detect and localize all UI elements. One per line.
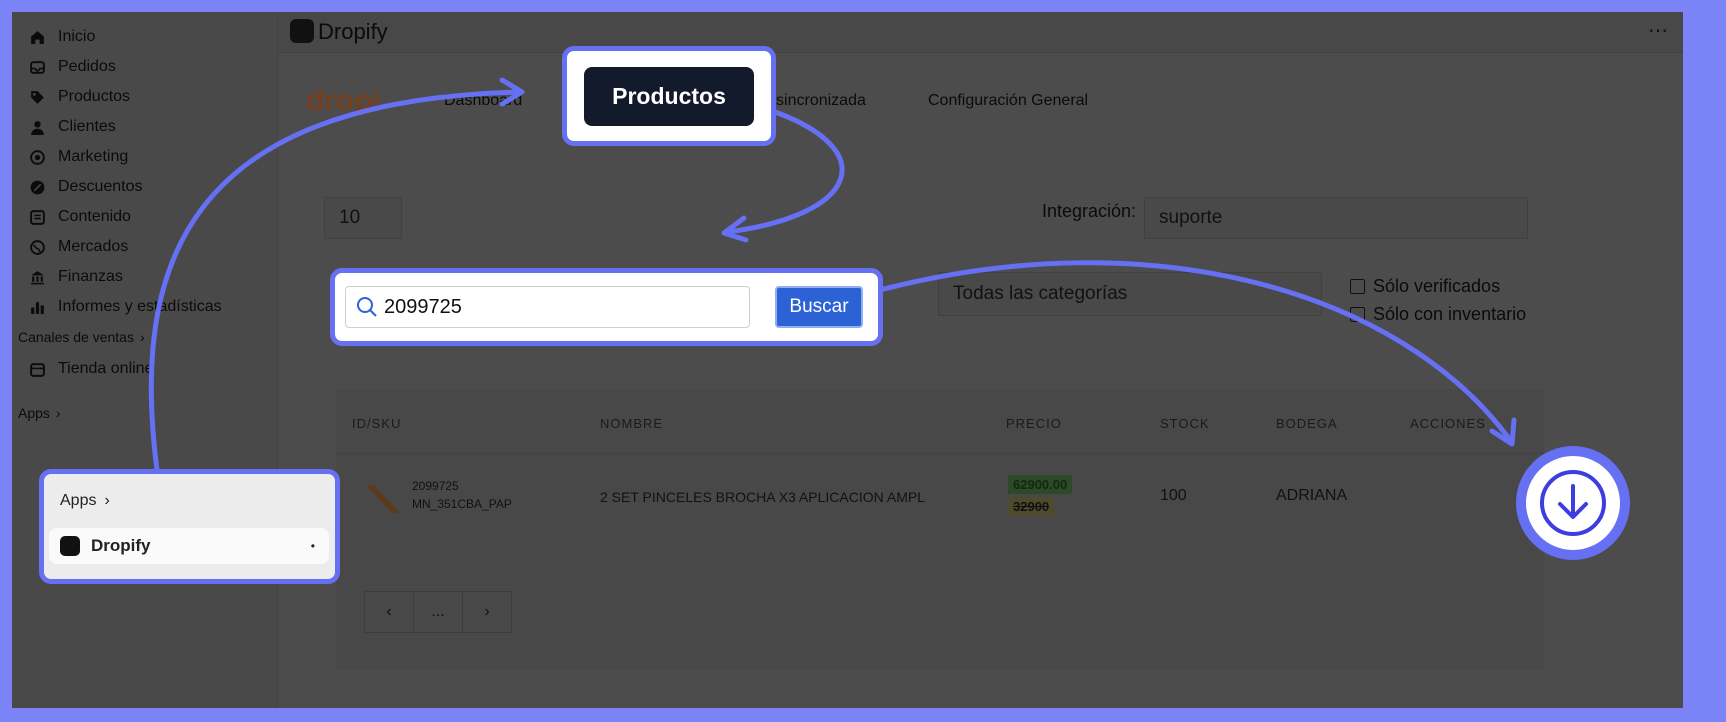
pagination-prev-button[interactable]: ‹ [365, 592, 414, 632]
sidebar-item-inicio[interactable]: Inicio [20, 22, 95, 52]
sidebar-item-dropify[interactable]: Dropify • [49, 528, 329, 564]
sidebar-item-contenido[interactable]: Contenido [20, 202, 131, 232]
sales-channels-header[interactable]: Canales de ventas › [18, 329, 145, 345]
sidebar-item-label: Inicio [58, 28, 96, 45]
app-title: Dropify [318, 19, 388, 44]
sidebar-item-label: Tienda online [58, 360, 154, 377]
apps-header[interactable]: Apps › [18, 405, 61, 421]
download-callout [1516, 446, 1630, 560]
sidebar-item-label: Mercados [58, 238, 129, 255]
only-verified-checkbox[interactable]: Sólo verificados [1350, 276, 1500, 297]
sidebar-item-finanzas[interactable]: Finanzas [20, 262, 123, 292]
sidebar-item-mercados[interactable]: Mercados [20, 232, 128, 262]
pagination-next-button[interactable]: › [463, 592, 511, 632]
app-window: Inicio Pedidos Productos Clientes Market… [12, 12, 1683, 708]
sidebar-item-clientes[interactable]: Clientes [20, 112, 116, 142]
globe-icon [28, 238, 46, 256]
chevron-right-icon: › [55, 405, 61, 421]
sidebar-item-label: Pedidos [58, 58, 116, 75]
dropify-logo-icon [290, 19, 314, 43]
sidebar-item-descuentos[interactable]: Descuentos [20, 172, 143, 202]
sidebar-item-tienda-online[interactable]: Tienda online [20, 354, 153, 384]
pagination-current[interactable]: ... [414, 592, 463, 632]
productos-tab-callout: Productos [562, 46, 776, 146]
pagination: ‹ ... › [364, 591, 512, 633]
column-header-acciones: ACCIONES [1410, 416, 1486, 431]
product-stock: 100 [1160, 487, 1187, 504]
chevron-right-icon: › [104, 492, 110, 509]
active-dot: • [310, 539, 315, 553]
sidebar-item-label: Finanzas [58, 268, 123, 285]
dropify-app-icon [60, 536, 80, 556]
dropi-logo: dropi [306, 84, 381, 117]
product-price: 62900.00 [1008, 475, 1073, 494]
integration-label: Integración: [1042, 201, 1137, 221]
target-icon [28, 148, 46, 166]
product-thumbnail [366, 483, 400, 515]
integration-select[interactable]: suporte [1144, 197, 1528, 239]
sidebar-item-marketing[interactable]: Marketing [20, 142, 128, 172]
app-topbar: Dropify ⋯ [278, 12, 1683, 53]
product-name: 2 SET PINCELES BROCHA X3 APLICACION AMPL [600, 489, 925, 505]
search-callout: 2099725 Buscar [330, 268, 883, 346]
checkbox-box[interactable] [1350, 307, 1365, 322]
tag-icon [28, 88, 46, 106]
product-old-price: 32900 [1008, 497, 1055, 516]
sidebar-item-label: Marketing [58, 148, 129, 165]
column-header-precio: PRECIO [1006, 416, 1062, 431]
search-icon [357, 297, 377, 317]
download-icon[interactable] [1538, 468, 1608, 538]
bar-chart-icon [28, 298, 46, 316]
product-warehouse: ADRIANA [1276, 487, 1348, 504]
sidebar-item-label: Productos [58, 88, 131, 105]
sidebar-item-pedidos[interactable]: Pedidos [20, 52, 116, 82]
home-icon [28, 28, 46, 46]
column-header-nombre: NOMBRE [600, 416, 664, 431]
divider [336, 453, 1544, 454]
sidebar-item-informes[interactable]: Informes y estadísticas [20, 292, 222, 322]
checkbox-box[interactable] [1350, 279, 1365, 294]
search-button[interactable]: Buscar [775, 286, 863, 328]
product-sku: MN_351CBA_PAP [412, 497, 512, 511]
inbox-icon [28, 58, 46, 76]
sidebar-item-label: Descuentos [58, 178, 143, 195]
bank-icon [28, 268, 46, 286]
tab-configuracion-general[interactable]: Configuración General [928, 92, 1088, 110]
apps-callout-header[interactable]: Apps › [60, 492, 110, 510]
store-icon [28, 360, 46, 378]
sidebar-item-label: Clientes [58, 118, 116, 135]
only-inventory-checkbox[interactable]: Sólo con inventario [1350, 304, 1526, 325]
tab-productos[interactable]: Productos [584, 67, 754, 126]
tab-dashboard[interactable]: Dashboard [444, 92, 522, 110]
sidebar-item-label: Informes y estadísticas [58, 298, 222, 315]
products-table: ID/SKU NOMBRE PRECIO STOCK BODEGA ACCION… [336, 389, 1544, 669]
gear-badge-icon [28, 178, 46, 196]
category-select[interactable]: Todas las categorías [938, 272, 1322, 316]
page-size-select[interactable]: 10 [324, 197, 402, 239]
chevron-right-icon: › [139, 329, 145, 345]
product-id: 2099725 [412, 479, 459, 493]
person-icon [28, 118, 46, 136]
more-options-icon[interactable]: ⋯ [1648, 18, 1669, 43]
search-input[interactable]: 2099725 [345, 286, 750, 328]
column-header-id: ID/SKU [352, 416, 402, 431]
sidebar-item-productos[interactable]: Productos [20, 82, 130, 112]
main-content: Dropify ⋯ dropi Dashboard Información si… [278, 12, 1683, 708]
column-header-bodega: BODEGA [1276, 416, 1338, 431]
sidebar-item-label: Contenido [58, 208, 131, 225]
column-header-stock: STOCK [1160, 416, 1210, 431]
sidebar: Inicio Pedidos Productos Clientes Market… [12, 12, 278, 708]
document-icon [28, 208, 46, 226]
apps-callout: Apps › Dropify • [39, 469, 340, 584]
